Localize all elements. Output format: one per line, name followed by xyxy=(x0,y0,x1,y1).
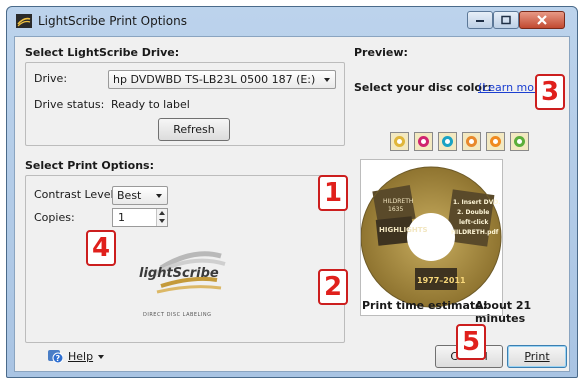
refresh-button[interactable]: Refresh xyxy=(158,118,230,141)
disc-color-swatch-gold[interactable] xyxy=(390,132,409,151)
disc-label-year: 1635 xyxy=(388,206,403,213)
spin-down-icon[interactable] xyxy=(159,219,165,223)
disc-color-icon xyxy=(394,136,405,147)
contrast-select-value: Best xyxy=(117,189,142,202)
callout-4: 4 xyxy=(86,230,116,266)
svg-text:?: ? xyxy=(56,354,61,363)
contrast-label: Contrast Level: xyxy=(34,188,118,201)
maximize-icon xyxy=(501,15,511,25)
disc-color-icon xyxy=(490,136,501,147)
disc-preview-image: HILDRETH 1635 HIGHLIGHTS 1. Insert DVD. … xyxy=(360,166,502,308)
print-estimate-label: Print time estimate: xyxy=(362,299,487,312)
chevron-down-icon xyxy=(324,78,330,82)
callout-3: 3 xyxy=(535,74,565,110)
disc-preview-frame: HILDRETH 1635 HIGHLIGHTS 1. Insert DVD. … xyxy=(360,159,503,316)
callout-5: 5 xyxy=(456,324,486,360)
drive-group-title: Select LightScribe Drive: xyxy=(25,46,180,59)
window-title: LightScribe Print Options xyxy=(38,14,187,28)
print-group-title: Select Print Options: xyxy=(25,159,154,172)
chevron-down-icon xyxy=(156,194,162,198)
copies-label: Copies: xyxy=(34,211,75,224)
lightscribe-window: LightScribe Print Options Select LightSc… xyxy=(6,6,578,378)
chevron-down-icon xyxy=(98,355,104,359)
minimize-icon xyxy=(476,20,484,22)
drive-status-value: Ready to label xyxy=(111,98,190,111)
minimize-button[interactable] xyxy=(467,11,493,29)
lightscribe-logo: lightScribe DIRECT DISC LABELING xyxy=(121,242,251,324)
spin-up-icon[interactable] xyxy=(159,211,165,215)
disc-color-label: Select your disc color: xyxy=(354,81,492,94)
close-icon xyxy=(537,15,547,25)
drive-select-value: hp DVDWBD TS-LB23L 0500 187 (E:) xyxy=(113,73,316,86)
print-estimate-value: About 21 minutes xyxy=(475,299,532,325)
disc-label-years: 1977–2011 xyxy=(417,276,466,285)
preview-title: Preview: xyxy=(354,46,408,59)
copies-value: 1 xyxy=(118,211,125,224)
disc-label-highlights: HIGHLIGHTS xyxy=(379,226,428,234)
title-bar[interactable]: LightScribe Print Options xyxy=(7,7,577,35)
disc-label-line1: 1. Insert DVD. xyxy=(453,199,501,206)
logo-wordmark: lightScribe xyxy=(139,266,219,281)
disc-color-icon xyxy=(514,136,525,147)
callout-2: 2 xyxy=(318,269,348,305)
help-label: Help xyxy=(68,350,94,363)
disc-color-icon xyxy=(466,136,477,147)
disc-label-hildreth: HILDRETH xyxy=(383,198,413,205)
drive-select[interactable]: hp DVDWBD TS-LB23L 0500 187 (E:) xyxy=(108,70,336,89)
print-label: Print xyxy=(524,350,550,363)
drive-label: Drive: xyxy=(34,72,68,85)
copies-spin-buttons[interactable] xyxy=(156,209,167,226)
drive-status-label: Drive status: xyxy=(34,98,105,111)
disc-label-line4: HILDRETH.pdf xyxy=(451,229,499,236)
disc-label-line3: left-click xyxy=(459,219,489,226)
disc-color-swatch-green[interactable] xyxy=(510,132,529,151)
disc-color-swatch-magenta[interactable] xyxy=(414,132,433,151)
disc-color-icon xyxy=(442,136,453,147)
contrast-select[interactable]: Best xyxy=(112,186,168,205)
print-button[interactable]: Print xyxy=(507,345,567,368)
close-button[interactable] xyxy=(519,11,565,29)
logo-tagline: DIRECT DISC LABELING xyxy=(143,312,212,318)
disc-color-icon xyxy=(418,136,429,147)
disc-color-swatch-orange[interactable] xyxy=(462,132,481,151)
print-group-box: Contrast Level: Best Copies: 1 lightScri… xyxy=(25,175,345,343)
callout-1: 1 xyxy=(318,175,348,211)
disc-color-swatch-orange-2[interactable] xyxy=(486,132,505,151)
drive-group-box: Drive: hp DVDWBD TS-LB23L 0500 187 (E:) … xyxy=(25,62,345,146)
help-icon: ? xyxy=(48,350,63,363)
lightscribe-app-icon xyxy=(16,14,32,28)
dialog-body: Select LightScribe Drive: Drive: hp DVDW… xyxy=(14,36,570,372)
maximize-button[interactable] xyxy=(493,11,519,29)
disc-color-swatch-teal[interactable] xyxy=(438,132,457,151)
disc-label-line2: 2. Double xyxy=(457,209,489,216)
copies-stepper[interactable]: 1 xyxy=(112,208,168,227)
